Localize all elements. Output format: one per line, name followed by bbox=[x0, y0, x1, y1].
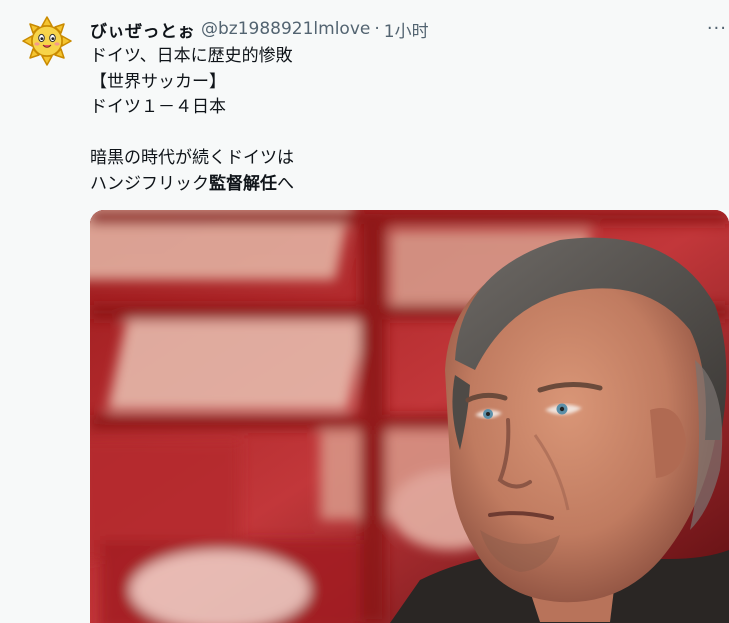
avatar[interactable] bbox=[22, 16, 72, 66]
more-options-icon[interactable]: ··· bbox=[707, 20, 727, 38]
tweet-text-bold: 監督解任 bbox=[209, 173, 277, 194]
sun-face-icon bbox=[22, 16, 72, 66]
tweet-text-line-6: ハンジフリック監督解任へ bbox=[90, 172, 294, 198]
tweet-text-line-6-end: へ bbox=[277, 173, 294, 194]
tweet-text-line-1: ドイツ、日本に歴史的惨敗 bbox=[90, 46, 293, 66]
display-name[interactable]: びぃぜっとぉ bbox=[90, 17, 195, 42]
separator-dot: · bbox=[374, 19, 380, 39]
coach-portrait-photo bbox=[90, 210, 729, 623]
tweet[interactable]: びぃぜっとぉ @bz1988921lmlove · 1小时 ··· ドイツ、日本… bbox=[0, 0, 729, 623]
tweet-text-line-5: 暗黒の時代が続くドイツは bbox=[90, 148, 294, 168]
tweet-media[interactable] bbox=[90, 210, 729, 623]
tweet-text-line-2: 【世界サッカー】 bbox=[90, 71, 226, 92]
timestamp[interactable]: 1小时 bbox=[384, 17, 429, 42]
tweet-header: びぃぜっとぉ @bz1988921lmlove · 1小时 bbox=[90, 16, 429, 42]
tweet-text-line-4 bbox=[90, 121, 294, 147]
tweet-text: ドイツ、日本に歴史的惨敗 【世界サッカー】 ドイツ１－４日本 暗黒の時代が続くド… bbox=[90, 44, 294, 197]
user-handle[interactable]: @bz1988921lmlove bbox=[201, 19, 370, 39]
tweet-text-line-6-start: ハンジフリック bbox=[90, 173, 209, 194]
tweet-text-line-3: ドイツ１－４日本 bbox=[90, 97, 226, 117]
